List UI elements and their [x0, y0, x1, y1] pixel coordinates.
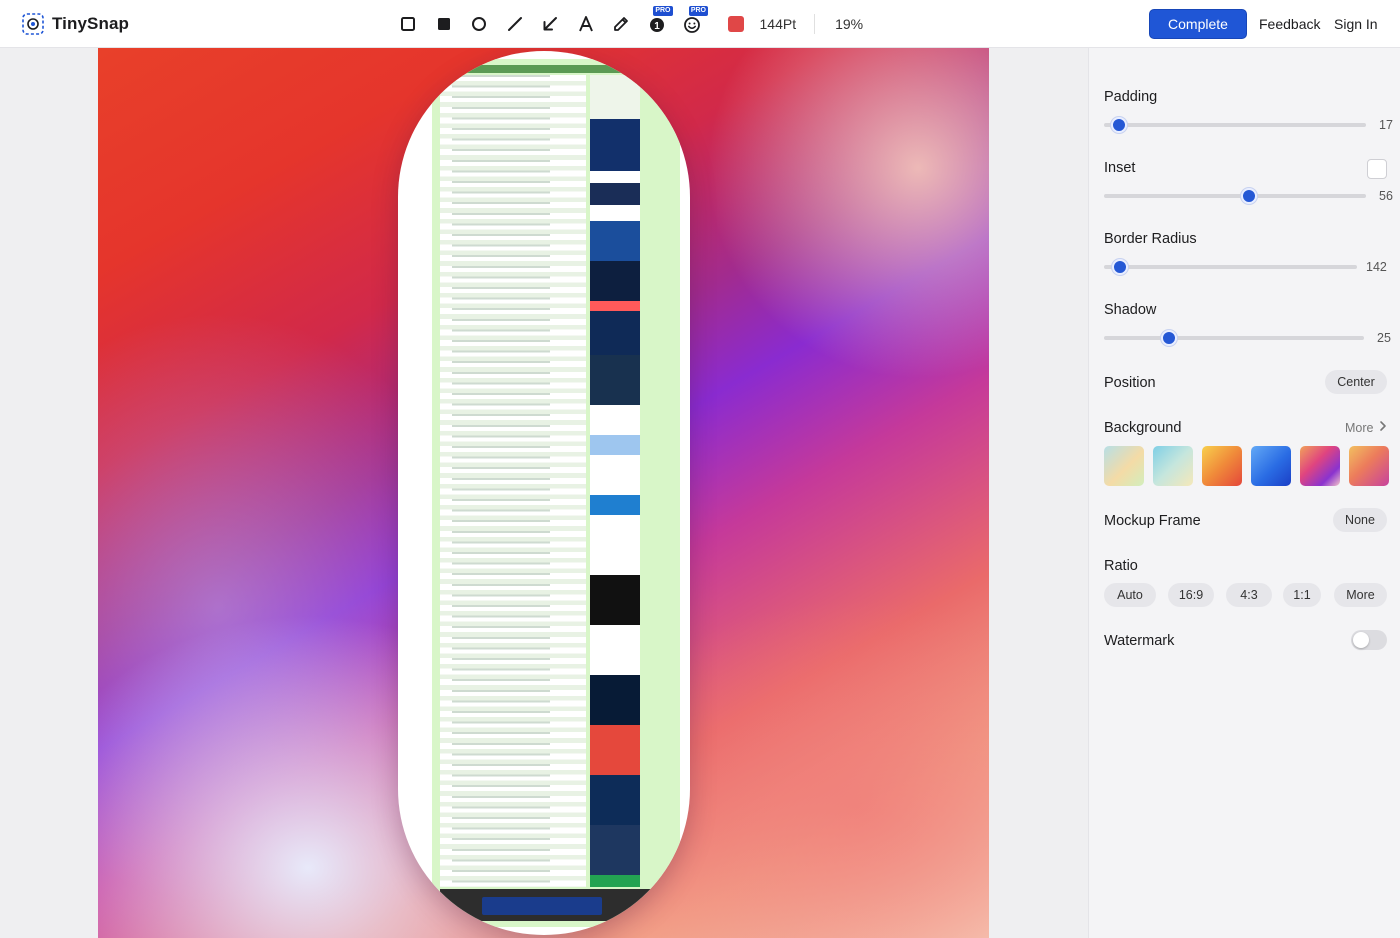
ratio-option-4-3[interactable]: 4:3: [1226, 583, 1272, 607]
ratio-option-16-9[interactable]: 16:9: [1168, 583, 1214, 607]
position-label: Position: [1104, 375, 1156, 391]
color-picker[interactable]: [727, 16, 744, 32]
inset-value: 56: [1379, 189, 1393, 203]
padding-slider-track[interactable]: [1104, 123, 1366, 127]
background-label: Background: [1104, 420, 1182, 436]
screenshot-footer-ad: [482, 897, 602, 915]
arrow-icon[interactable]: [536, 10, 564, 38]
pen-icon[interactable]: [607, 10, 635, 38]
pro-badge: PRO: [653, 6, 673, 16]
inset-label: Inset: [1104, 160, 1136, 176]
watermark-toggle-knob: [1353, 632, 1369, 648]
background-swatch-3[interactable]: [1202, 446, 1242, 486]
inset-checkbox[interactable]: [1367, 159, 1387, 179]
toolbar-divider: [814, 14, 816, 34]
canvas-area: [0, 48, 1088, 938]
number-badge-icon[interactable]: 1 PRO: [643, 6, 673, 38]
background-swatch-5[interactable]: [1300, 446, 1340, 486]
background-swatch-2[interactable]: [1153, 446, 1193, 486]
ratio-option-more[interactable]: More: [1334, 583, 1387, 607]
zoom-level[interactable]: 19%: [835, 16, 863, 32]
square-outline-icon[interactable]: [394, 10, 422, 38]
svg-text:1: 1: [654, 21, 660, 32]
settings-panel: Padding 17 Inset 56 Border Radius 142 Sh…: [1088, 48, 1400, 938]
background-swatch-1[interactable]: [1104, 446, 1144, 486]
shadow-slider-track[interactable]: [1104, 336, 1364, 340]
chevron-right-icon[interactable]: [1379, 420, 1387, 435]
border-radius-value: 142: [1366, 260, 1387, 274]
shadow-value: 25: [1377, 331, 1391, 345]
line-icon[interactable]: [501, 10, 529, 38]
square-filled-icon[interactable]: [430, 10, 458, 38]
brand: TinySnap: [22, 12, 129, 36]
drawing-tools: 1 PRO PRO 144Pt 19%: [394, 6, 863, 38]
ratio-option-1-1[interactable]: 1:1: [1283, 583, 1321, 607]
text-icon[interactable]: [572, 10, 600, 38]
screenshot-image: [432, 59, 680, 927]
feedback-link[interactable]: Feedback: [1259, 16, 1320, 32]
pro-badge: PRO: [688, 6, 708, 16]
screenshot-text-lines: [440, 75, 586, 887]
border-radius-slider-track[interactable]: [1104, 265, 1357, 269]
ratio-label: Ratio: [1104, 558, 1138, 574]
background-swatch-4[interactable]: [1251, 446, 1291, 486]
padding-label: Padding: [1104, 89, 1158, 105]
screenshot-nav-bar: [440, 65, 670, 73]
watermark-label: Watermark: [1104, 633, 1175, 649]
shadow-slider-thumb[interactable]: [1161, 330, 1177, 346]
mockup-frame-label: Mockup Frame: [1104, 513, 1201, 529]
emoji-icon[interactable]: PRO: [678, 6, 708, 38]
border-radius-label: Border Radius: [1104, 231, 1197, 247]
screenshot-ad-sidebar: [590, 75, 640, 887]
position-selector[interactable]: Center: [1325, 370, 1387, 394]
padding-value: 17: [1379, 118, 1393, 132]
padding-slider-thumb[interactable]: [1111, 117, 1127, 133]
circle-icon[interactable]: [465, 10, 493, 38]
screenshot-frame[interactable]: [398, 51, 690, 935]
app-name: TinySnap: [52, 14, 130, 33]
gradient-background[interactable]: [98, 48, 989, 938]
top-toolbar: TinySnap 1 PRO PRO 144Pt 19% Complete Fe…: [0, 0, 1400, 48]
stroke-size-selector[interactable]: 144Pt: [760, 16, 797, 32]
app-logo-icon: [22, 13, 44, 35]
sign-in-link[interactable]: Sign In: [1334, 16, 1378, 32]
inset-slider-thumb[interactable]: [1241, 188, 1257, 204]
mockup-frame-selector[interactable]: None: [1333, 508, 1387, 532]
background-swatch-6[interactable]: [1349, 446, 1389, 486]
complete-button[interactable]: Complete: [1149, 9, 1247, 39]
inset-slider-track[interactable]: [1104, 194, 1366, 198]
ratio-option-auto[interactable]: Auto: [1104, 583, 1156, 607]
watermark-toggle[interactable]: [1351, 630, 1387, 650]
shadow-label: Shadow: [1104, 302, 1157, 318]
border-radius-slider-thumb[interactable]: [1112, 259, 1128, 275]
background-more-link[interactable]: More: [1345, 421, 1373, 435]
